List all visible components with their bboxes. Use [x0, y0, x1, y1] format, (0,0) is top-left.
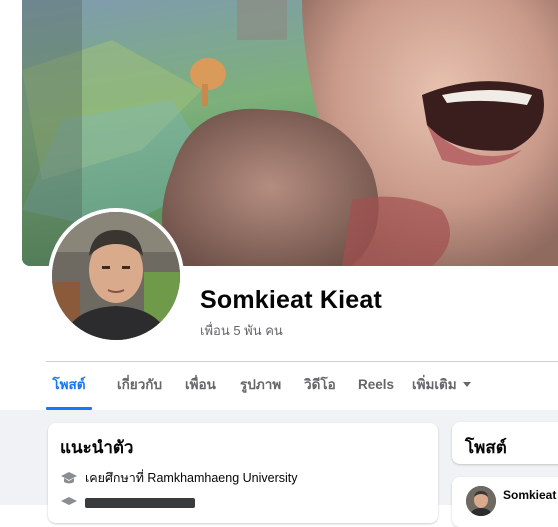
graduation-cap-icon — [61, 472, 77, 484]
tab-friends-label: เพื่อน — [185, 377, 216, 392]
post-author-name[interactable]: Somkieat — [503, 488, 556, 502]
tab-posts-label: โพสต์ — [52, 377, 86, 392]
tab-photos-label: รูปภาพ — [240, 377, 282, 392]
post-author-avatar[interactable] — [466, 486, 496, 516]
tab-about[interactable]: เกี่ยวกับ — [117, 362, 162, 410]
tab-reels-label: Reels — [358, 377, 395, 392]
intro-title: แนะนำตัว — [60, 438, 134, 457]
tab-videos-label: วิดีโอ — [304, 377, 336, 392]
profile-avatar[interactable] — [48, 208, 184, 344]
tab-more-label: เพิ่มเติม — [412, 377, 457, 392]
profile-name: Somkieat Kieat — [200, 286, 383, 314]
tab-friends[interactable]: เพื่อน — [185, 362, 216, 410]
tab-videos[interactable]: วิดีโอ — [304, 362, 336, 410]
graduation-cap-icon — [61, 497, 77, 505]
profile-tabs: โพสต์ เกี่ยวกับ เพื่อน รูปภาพ วิดีโอ Ree… — [46, 362, 558, 410]
tab-about-label: เกี่ยวกับ — [117, 377, 163, 392]
tab-reels[interactable]: Reels — [358, 362, 394, 410]
intro-next-text-obscured — [85, 498, 195, 508]
intro-next-row — [60, 496, 195, 510]
intro-education-row: เคยศึกษาที่ Ramkhamhaeng University — [60, 468, 298, 488]
tab-more[interactable]: เพิ่มเติม — [412, 362, 471, 410]
tab-photos[interactable]: รูปภาพ — [240, 362, 281, 410]
intro-education-text: เคยศึกษาที่ Ramkhamhaeng University — [85, 471, 298, 485]
posts-title: โพสต์ — [465, 438, 507, 457]
friends-count[interactable]: เพื่อน 5 พัน คน — [200, 320, 283, 341]
caret-down-icon — [462, 381, 471, 387]
tab-posts[interactable]: โพสต์ — [46, 362, 92, 410]
